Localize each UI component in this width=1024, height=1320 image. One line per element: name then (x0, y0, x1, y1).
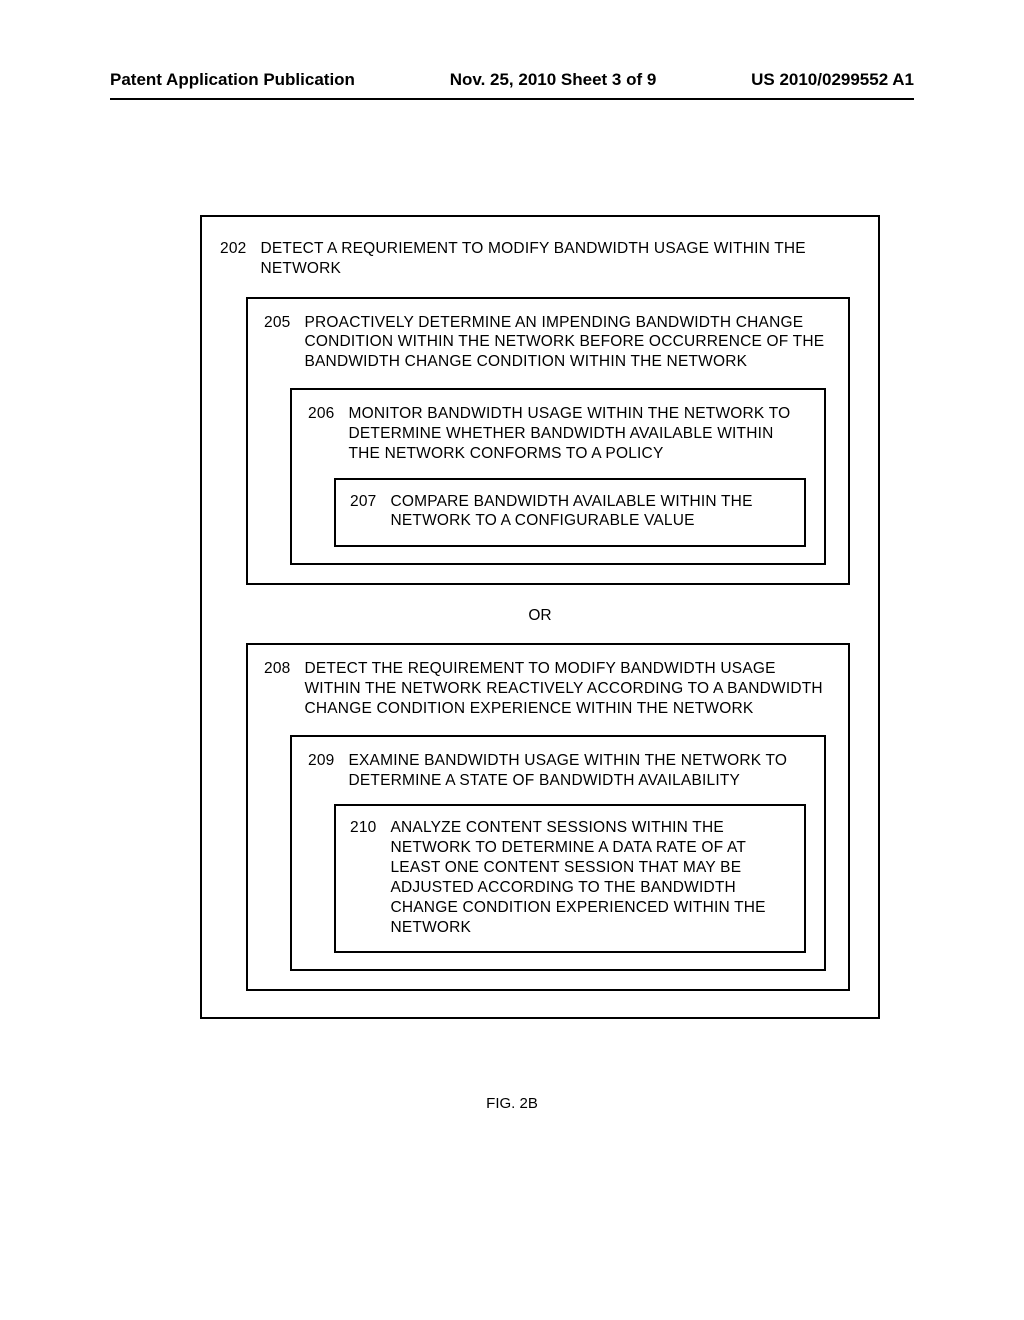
step-202: 202 DETECT A REQURIEMENT TO MODIFY BANDW… (220, 239, 860, 279)
step-209-number: 209 (308, 751, 348, 791)
step-209-box: 209 EXAMINE BANDWIDTH USAGE WITHIN THE N… (290, 735, 826, 972)
figure-caption: FIG. 2B (0, 1095, 1024, 1112)
step-202-text: DETECT A REQURIEMENT TO MODIFY BANDWIDTH… (260, 239, 860, 279)
header-divider (110, 98, 914, 100)
step-208-text: DETECT THE REQUIREMENT TO MODIFY BANDWID… (304, 659, 832, 718)
step-206-text: MONITOR BANDWIDTH USAGE WITHIN THE NETWO… (348, 404, 808, 463)
step-210-text: ANALYZE CONTENT SESSIONS WITHIN THE NETW… (390, 818, 790, 937)
flowchart-container: 202 DETECT A REQURIEMENT TO MODIFY BANDW… (200, 215, 880, 1019)
header-center: Nov. 25, 2010 Sheet 3 of 9 (450, 70, 657, 90)
step-207-text: COMPARE BANDWIDTH AVAILABLE WITHIN THE N… (390, 492, 790, 532)
step-205-number: 205 (264, 313, 304, 372)
step-208-number: 208 (264, 659, 304, 718)
step-202-number: 202 (220, 239, 260, 279)
step-209-text: EXAMINE BANDWIDTH USAGE WITHIN THE NETWO… (348, 751, 808, 791)
header-right: US 2010/0299552 A1 (751, 70, 914, 90)
step-205-text: PROACTIVELY DETERMINE AN IMPENDING BANDW… (304, 313, 832, 372)
header-left: Patent Application Publication (110, 70, 355, 90)
step-207-number: 207 (350, 492, 390, 532)
step-205-box: 205 PROACTIVELY DETERMINE AN IMPENDING B… (246, 297, 850, 586)
step-208-box: 208 DETECT THE REQUIREMENT TO MODIFY BAN… (246, 643, 850, 991)
or-divider: OR (220, 607, 860, 625)
step-210-box: 210 ANALYZE CONTENT SESSIONS WITHIN THE … (334, 804, 806, 953)
step-207-box: 207 COMPARE BANDWIDTH AVAILABLE WITHIN T… (334, 478, 806, 548)
page-header: Patent Application Publication Nov. 25, … (0, 70, 1024, 98)
step-206-box: 206 MONITOR BANDWIDTH USAGE WITHIN THE N… (290, 388, 826, 565)
step-206-number: 206 (308, 404, 348, 463)
step-210-number: 210 (350, 818, 390, 937)
